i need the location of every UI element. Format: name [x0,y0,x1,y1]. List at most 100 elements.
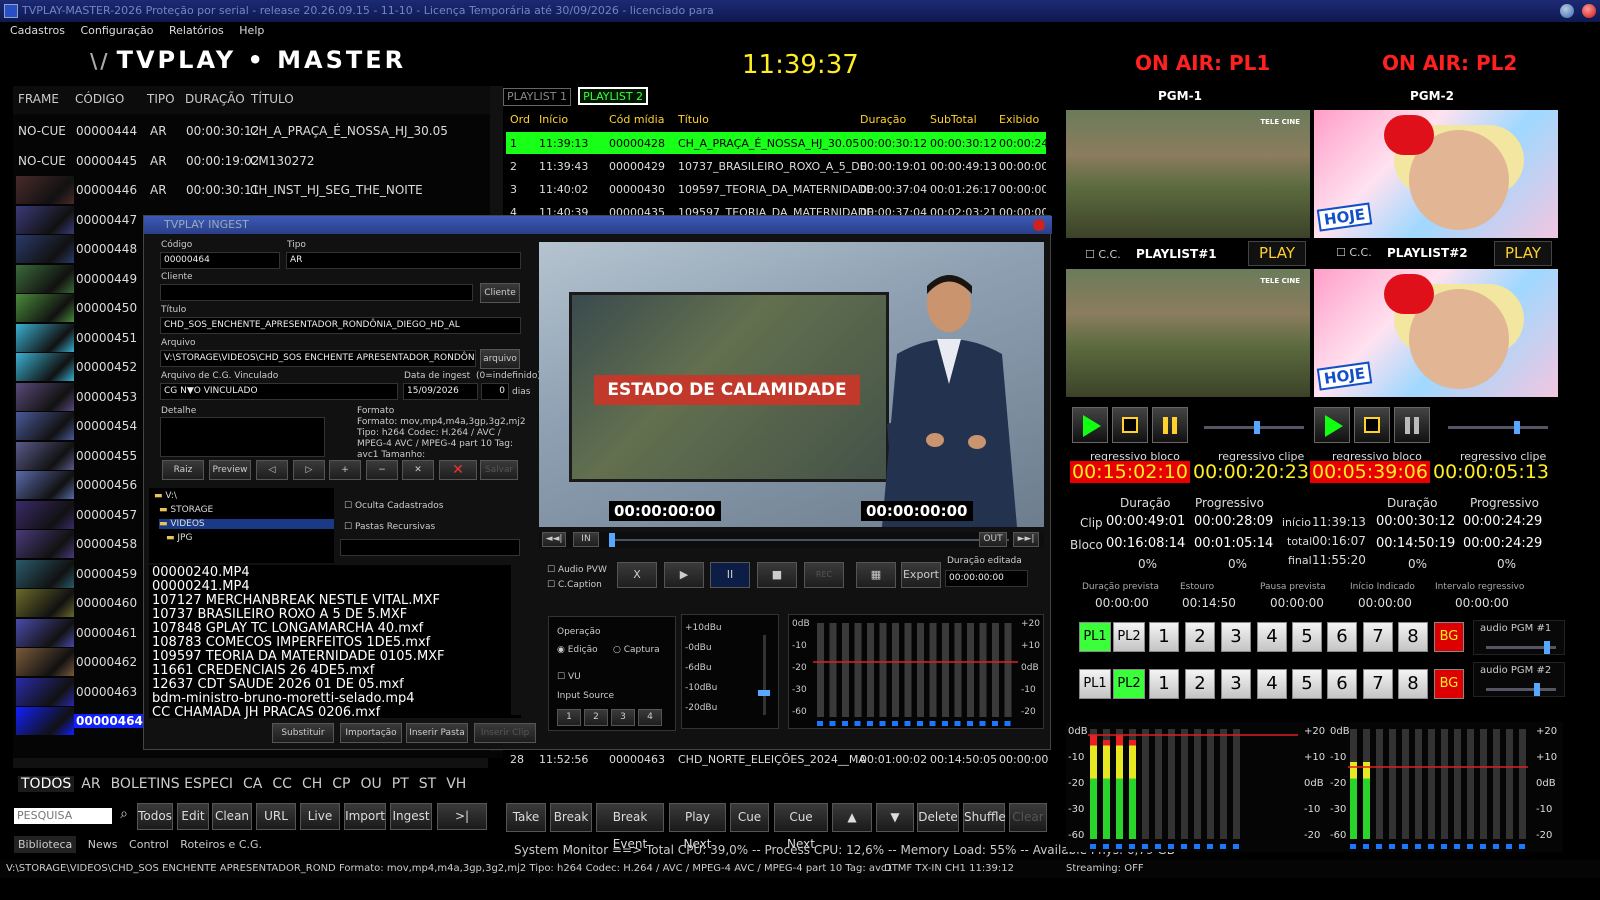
ingest-control-button[interactable]: Export [901,562,941,588]
col-codigo[interactable]: CÓDIGO [75,92,124,106]
stop-pl1-button[interactable] [1112,407,1148,443]
category-tab[interactable]: CC [269,776,295,792]
cliente-button[interactable]: Cliente [480,283,520,303]
titulo-field[interactable]: CHD_SOS_ENCHENTE_APRESENTADOR_RONDÔNIA_D… [160,317,521,334]
ingest-nav-button[interactable]: Salvar [480,460,518,480]
audio-pgm1-slider[interactable] [1486,641,1556,654]
playlist-col[interactable]: SubTotal [930,113,977,126]
category-tab[interactable]: ST [416,776,439,792]
tree-videos[interactable]: ▬ VIDEOS [159,519,334,529]
channel-button[interactable]: 7 [1363,669,1393,699]
ingest-nav-button[interactable]: ▷ [293,460,325,480]
category-tab[interactable]: TODOS [18,776,75,792]
menu-configuracao[interactable]: Configuração [80,24,153,37]
playlist-button[interactable]: Break [550,803,592,832]
category-tab[interactable]: AR [78,776,103,792]
cc-checkbox-1[interactable]: ☐ C.C. [1085,248,1121,261]
channel-button[interactable]: BG [1434,669,1464,699]
pl1-slider-knob[interactable] [1254,421,1260,434]
ingest-nav-button[interactable]: Raiz [162,460,204,480]
file-entry[interactable]: 10737 BRASILEIRO ROXO A 5 DE 5.MXF [152,608,518,622]
col-tipo[interactable]: TIPO [147,92,175,106]
next-button[interactable]: ►►| [1013,532,1039,547]
channel-button[interactable]: 1 [1149,669,1179,699]
ingest-control-button[interactable]: ▦ [856,562,896,588]
pause-pl2-button[interactable] [1394,407,1430,443]
file-entry[interactable]: 108783 COMECOS IMPERFEITOS 1DE5.mxf [152,636,518,650]
tree-root[interactable]: ▬ V:\ [154,491,177,501]
ingest-nav-button[interactable]: − [366,460,398,480]
codigo-field[interactable]: 00000464 [160,252,280,269]
channel-button[interactable]: PL1 [1079,669,1111,699]
ingest-nav-button[interactable]: Preview [209,460,251,480]
ingest-close-button[interactable] [1033,219,1045,231]
library-button[interactable]: Import [344,803,386,830]
col-frame[interactable]: FRAME [18,92,59,106]
play-button-1[interactable]: PLAY [1248,241,1306,266]
search-input[interactable]: PESQUISA [14,808,112,824]
tree-jpg[interactable]: ▬ JPG [166,533,192,543]
search-icon[interactable]: ⌕ [115,806,133,824]
channel-button[interactable]: 4 [1257,622,1287,652]
cliente-select[interactable] [160,284,473,301]
channel-button[interactable]: PL2 [1113,622,1145,652]
seek-track[interactable] [611,539,1009,541]
ingest-control-button[interactable]: ▶ [664,562,704,588]
ingest-action-button[interactable]: Substituir [272,723,334,743]
vu-checkbox[interactable]: ☐ VU [557,672,581,682]
file-entry[interactable]: CC CHAMADA JH PRACAS 0206.mxf [152,706,518,720]
table-row[interactable]: 00000446 AR 00:00:30:11 CH_INST_HJ_SEG_THE_… [13,175,503,204]
ingest-nav-button[interactable]: + [329,460,361,480]
level-slider[interactable] [758,690,770,696]
col-duracao[interactable]: DURAÇÃO [185,92,245,106]
ingest-control-button[interactable]: X [617,562,657,588]
pl2-slider-knob[interactable] [1514,421,1520,434]
channel-button[interactable]: 8 [1398,622,1428,652]
pl2-slider[interactable] [1448,421,1548,434]
file-entry[interactable]: 107848 GPLAY TC LONGAMARCHA 40.mxf [152,622,518,636]
file-entry[interactable]: 107127 MERCHANBREAK NESTLE VITAL.MXF [152,594,518,608]
channel-button[interactable]: PL2 [1113,669,1145,699]
playlist-col[interactable]: Título [678,113,709,126]
channel-button[interactable]: 6 [1327,622,1357,652]
category-tab[interactable]: BOLETINS ESPECI [108,776,236,792]
playlist-button[interactable]: Delete [917,803,959,832]
detalhe-field[interactable] [160,417,325,457]
file-list-scrollbar[interactable] [511,565,521,715]
playlist-col[interactable]: Exibido [999,113,1039,126]
playlist-col[interactable]: Cód mídia [609,113,664,126]
play-button-2[interactable]: PLAY [1494,241,1552,266]
out-button[interactable]: OUT [979,532,1007,547]
arquivo-field[interactable]: V:\STORAGE\VIDEOS\CHD_SOS ENCHENTE APRES… [160,350,476,367]
seek-bar[interactable]: ◄◄| IN OUT ►►| [539,532,1044,548]
menu-cadastros[interactable]: Cadastros [10,24,65,37]
library-button[interactable]: Todos [137,803,173,830]
library-button[interactable]: Clean [212,803,252,830]
library-hscrollbar[interactable] [13,758,488,768]
category-tab[interactable]: CH [299,776,325,792]
channel-button[interactable]: 1 [1149,622,1179,652]
playlist-button[interactable]: Break Event [596,803,664,851]
play-pl1-button[interactable] [1072,407,1108,443]
library-button[interactable]: URL [256,803,296,830]
ingest-nav-button[interactable]: ◁ [256,460,288,480]
input-source-button[interactable]: 3 [611,709,635,726]
input-source-button[interactable]: 4 [638,709,662,726]
tab-playlist-2[interactable]: PLAYLIST 2 [578,87,649,105]
input-source-button[interactable]: 1 [557,709,581,726]
playlist-col[interactable]: Ord [510,113,530,126]
channel-button[interactable]: 5 [1292,669,1322,699]
close-button[interactable] [1582,4,1596,18]
data-field[interactable]: 15/09/2026 [403,383,478,400]
tab-playlist-1[interactable]: PLAYLIST 1 [503,88,571,106]
library-button[interactable]: >| [437,803,487,830]
category-tab[interactable]: OU [357,776,384,792]
file-entry[interactable]: 12637 CDT SAUDE 2026 01 DE 05.mxf [152,678,518,692]
prev-button[interactable]: ◄◄| [542,532,566,547]
menu-relatorios[interactable]: Relatórios [169,24,224,37]
pl1-slider[interactable] [1204,421,1304,434]
playlist-row[interactable]: 2 11:39:43 00000429 10737_BRASILEIRO_ROXO_A… [506,155,1046,177]
playlist-button[interactable]: Play Next [669,803,726,851]
channel-button[interactable]: 2 [1185,622,1215,652]
playlist-col[interactable]: Duração [860,113,906,126]
